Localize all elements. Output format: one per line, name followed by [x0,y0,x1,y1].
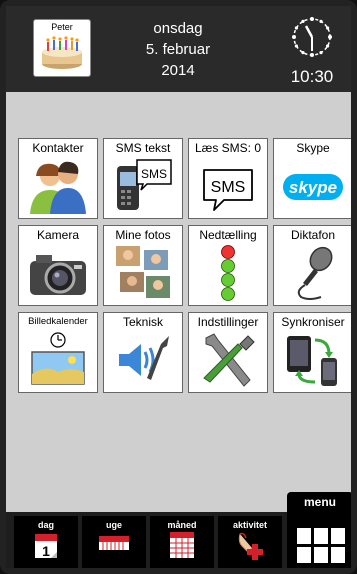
device-frame: Peter onsdag 5. februar 2014 10:30 Konta… [0,0,357,574]
clock: 10:30 [282,14,342,90]
week-calendar-icon [99,536,129,550]
sync-icon [287,336,337,386]
screen: Peter onsdag 5. februar 2014 10:30 Konta… [6,6,351,568]
nav-activity-button[interactable]: aktivitet [218,516,282,568]
microphone-icon [297,246,333,300]
tile-camera[interactable]: Kamera [18,225,98,306]
date-block: onsdag 5. februar 2014 [118,18,238,81]
tile-label: Billedkalender [28,316,88,327]
nav-week-label: uge [105,520,122,530]
tile-label: Mine fotos [115,228,171,242]
tile-dictaphone[interactable]: Diktafon [273,225,351,306]
tile-contacts[interactable]: Kontakter [18,138,98,219]
countdown-icon [221,245,235,301]
nav-month-label: måned [167,520,197,530]
tile-label: SMS tekst [115,141,171,155]
year: 2014 [161,62,195,79]
sms-badge: SMS [211,179,246,196]
tile-label: Kontakter [32,141,84,155]
tile-label: Nedtælling [199,228,257,242]
nav-activity-label: aktivitet [232,520,267,530]
tile-sms-write[interactable]: SMS tekst SMS [103,138,183,219]
camera-icon [30,255,86,295]
day-calendar-icon: 1 [35,534,57,559]
app-grid: Kontakter SMS tekst SMS Læs SMS: 0 SMS S… [18,138,351,393]
svg-text:1: 1 [42,543,50,559]
tile-my-photos[interactable]: Mine fotos [103,225,183,306]
tile-picture-calendar[interactable]: Billedkalender [18,312,98,393]
picture-calendar-icon [31,332,85,385]
photos-icon [114,244,172,300]
tile-technical[interactable]: Teknisk [103,312,183,393]
tile-label: Teknisk [122,315,163,329]
digital-time: 10:30 [290,67,334,86]
header: Peter onsdag 5. februar 2014 10:30 [6,6,351,92]
menu-button[interactable]: menu [287,492,351,568]
menu-label: menu [303,495,336,509]
grid-menu-icon [297,528,345,564]
skype-wordmark: skype [289,178,337,197]
activity-hand-icon [238,532,263,560]
month-calendar-icon [170,532,194,558]
analog-clock-icon [292,17,332,57]
skype-icon: skype [283,174,343,200]
tools-icon [203,333,255,387]
nav-week-button[interactable]: uge [82,516,146,568]
nav-month-button[interactable]: måned [150,516,214,568]
tile-sms-read[interactable]: Læs SMS: 0 SMS [188,138,268,219]
sms-read-icon: SMS [203,169,253,211]
tile-label: Synkroniser [281,315,345,329]
tile-label: Indstillinger [197,315,259,329]
tile-label: Kamera [36,228,80,242]
tile-sync[interactable]: Synkroniser [273,312,351,393]
speaker-wrench-icon [119,336,169,380]
birthday-cake-icon [42,36,82,69]
contacts-icon [30,161,86,214]
weekday: onsdag [153,20,203,37]
tile-label: Læs SMS: 0 [194,141,262,155]
sms-write-icon: SMS [117,159,172,210]
birthday-card[interactable]: Peter [33,19,91,77]
tile-settings[interactable]: Indstillinger [188,312,268,393]
birthday-name: Peter [51,22,73,32]
tile-label: Skype [296,141,330,155]
sms-badge: SMS [141,167,167,181]
tile-skype[interactable]: Skype skype [273,138,351,219]
nav-day-label: dag [37,520,54,530]
tile-label: Diktafon [290,228,336,242]
tile-countdown[interactable]: Nedtælling [188,225,268,306]
nav-day-button[interactable]: dag 1 [14,516,78,568]
date: 5. februar [145,41,211,58]
